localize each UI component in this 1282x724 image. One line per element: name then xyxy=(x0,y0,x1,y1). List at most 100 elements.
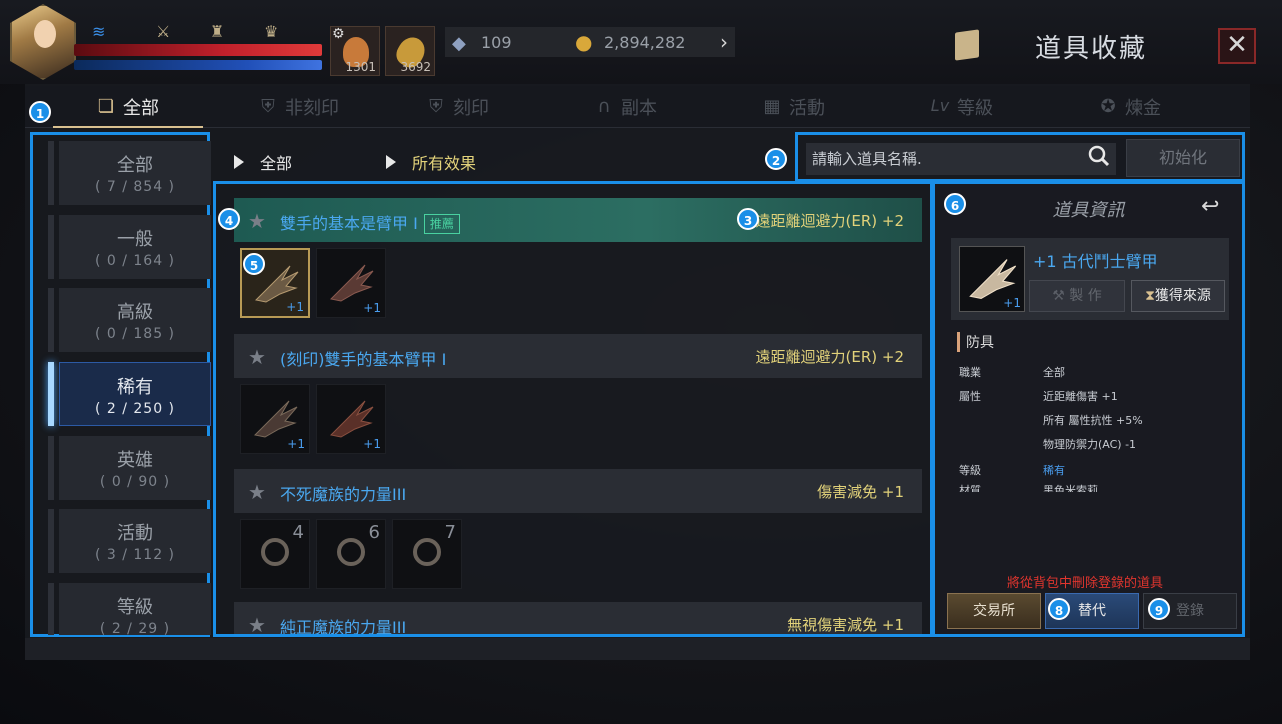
potion-slot-1[interactable]: ⚙ 1301 xyxy=(330,26,380,76)
close-button[interactable]: ✕ xyxy=(1218,28,1256,64)
search-panel: 初始化 xyxy=(795,132,1245,182)
tab-label: 等級 xyxy=(957,98,993,119)
search-input[interactable] xyxy=(806,143,1116,175)
attr-value: 黑色米索莉 xyxy=(1043,484,1098,492)
search-icon[interactable] xyxy=(1088,145,1110,167)
item-slot[interactable]: 7 xyxy=(392,519,462,589)
category-name: 活動 xyxy=(117,523,153,544)
pentagram-icon: ✪ xyxy=(1100,96,1116,117)
annotation-marker-5: 5 xyxy=(243,253,265,275)
item-slot[interactable]: +1 xyxy=(240,384,310,454)
attr-key: 屬性 xyxy=(959,390,981,403)
potion-count: 1301 xyxy=(345,60,376,74)
exchange-button[interactable]: 交易所 xyxy=(947,593,1041,629)
armor-icon[interactable]: ♜ xyxy=(210,22,224,41)
item-effect: 遠距離迴避力(ER) +2 xyxy=(755,348,905,366)
item-title: (刻印)雙手的基本臂甲 I xyxy=(280,350,447,369)
category-marker xyxy=(48,215,54,279)
tab-active-underline xyxy=(53,126,203,128)
gear-icon[interactable]: ⚙ xyxy=(332,26,345,42)
category-name: 一般 xyxy=(117,229,153,250)
category-marker xyxy=(48,288,54,352)
mp-bar xyxy=(74,60,322,70)
annotation-marker-6: 6 xyxy=(944,193,966,215)
item-effect: 遠距離迴避力(ER) +2 xyxy=(755,212,905,230)
reset-button[interactable]: 初始化 xyxy=(1126,139,1240,177)
sword-icon[interactable]: ⚔ xyxy=(156,22,170,41)
category-marker xyxy=(48,436,54,500)
tab-alchemy[interactable]: ✪ 煉金 xyxy=(1097,94,1161,120)
item-row[interactable]: ★ 不死魔族的力量III 傷害減免 +1 xyxy=(234,469,922,513)
attr-key: 等級 xyxy=(959,464,981,477)
tab-label: 副本 xyxy=(621,98,657,119)
category-count: ( 7 / 854 ) xyxy=(94,179,176,195)
category-marker-active xyxy=(48,362,54,426)
filter-effect[interactable]: 所有效果 xyxy=(386,150,476,174)
buff-icon[interactable]: ≋ xyxy=(92,22,105,41)
section-armor: 防具 xyxy=(957,332,994,352)
category-all[interactable]: 全部 ( 7 / 854 ) xyxy=(59,141,211,205)
category-name: 英雄 xyxy=(117,450,153,471)
craft-button[interactable]: ⚒ 製 作 xyxy=(1029,280,1125,312)
tab-event[interactable]: ▦ 活動 xyxy=(761,94,825,120)
item-row[interactable]: ★ 雙手的基本是臂甲 I 推薦 遠距離迴避力(ER) +2 xyxy=(234,198,922,242)
attr-value: 稀有 xyxy=(1043,464,1065,477)
gold-coin-icon: ● xyxy=(575,30,593,54)
shield-engraved-icon: ⛨ xyxy=(429,96,443,117)
category-normal[interactable]: 一般 ( 0 / 164 ) xyxy=(59,215,211,279)
tab-level[interactable]: Lv 等級 xyxy=(929,94,993,120)
source-button[interactable]: ⧗獲得來源 xyxy=(1131,280,1225,312)
star-icon[interactable]: ★ xyxy=(248,345,266,369)
category-advanced[interactable]: 高級 ( 0 / 185 ) xyxy=(59,288,211,352)
chevron-right-icon[interactable]: › xyxy=(720,30,728,54)
category-name: 稀有 xyxy=(117,377,153,398)
potion-slot-2[interactable]: 3692 xyxy=(385,26,435,76)
tab-engraved[interactable]: ⛨ 刻印 xyxy=(425,94,489,120)
item-row[interactable]: ★ (刻印)雙手的基本臂甲 I 遠距離迴避力(ER) +2 xyxy=(234,334,922,378)
annotation-marker-9: 9 xyxy=(1148,598,1170,620)
category-hero[interactable]: 英雄 ( 0 / 90 ) xyxy=(59,436,211,500)
item-list-panel: ★ 雙手的基本是臂甲 I 推薦 遠距離迴避力(ER) +2 +1 +1 ★ (刻印… xyxy=(213,181,933,637)
item-slot[interactable]: 4 xyxy=(240,519,310,589)
item-title: 雙手的基本是臂甲 I 推薦 xyxy=(280,210,460,234)
item-slot[interactable]: +1 xyxy=(316,384,386,454)
source-label: 獲得來源 xyxy=(1154,288,1211,304)
filter-category-label: 全部 xyxy=(260,154,293,173)
trophy-icon[interactable]: ♛ xyxy=(264,22,278,41)
star-icon[interactable]: ★ xyxy=(248,209,266,233)
category-name: 全部 xyxy=(117,155,153,176)
craft-label: 製 作 xyxy=(1069,288,1102,304)
claw-gauntlet-icon xyxy=(329,264,374,302)
category-level[interactable]: 等級 ( 2 / 29 ) xyxy=(59,583,211,637)
attr-key: 材質 xyxy=(959,484,981,492)
tab-all[interactable]: ❏ 全部 xyxy=(95,94,159,120)
category-marker xyxy=(48,141,54,205)
star-icon[interactable]: ★ xyxy=(248,613,266,634)
slot-count: 4 xyxy=(292,522,304,543)
category-count: ( 3 / 112 ) xyxy=(94,547,176,563)
collection-book-icon xyxy=(955,29,979,61)
crystal-icon: ◆ xyxy=(452,33,466,54)
tab-dungeon[interactable]: ∩ 副本 xyxy=(593,94,657,120)
slot-level: +1 xyxy=(287,437,305,451)
category-rare[interactable]: 稀有 ( 2 / 250 ) xyxy=(59,362,211,426)
item-title: 純正魔族的力量III xyxy=(280,618,407,637)
item-row[interactable]: ★ 純正魔族的力量III 無視傷害減免 +1 xyxy=(234,602,922,637)
info-item-name: +1 古代鬥士臂甲 xyxy=(1033,252,1158,271)
item-effect: 無視傷害減免 +1 xyxy=(787,616,904,634)
tab-label: 刻印 xyxy=(453,98,489,119)
attr-clip: 材質 黑色米索莉 xyxy=(935,482,1242,492)
potion-count: 3692 xyxy=(400,60,431,74)
star-icon[interactable]: ★ xyxy=(248,480,266,504)
item-slot[interactable]: 6 xyxy=(316,519,386,589)
annotation-marker-8: 8 xyxy=(1048,598,1070,620)
filter-category[interactable]: 全部 xyxy=(234,150,292,174)
crystal-count: 109 xyxy=(481,33,512,52)
back-icon[interactable]: ↩ xyxy=(1201,194,1219,219)
claw-gauntlet-icon xyxy=(329,400,374,438)
play-icon xyxy=(234,155,244,169)
category-event[interactable]: 活動 ( 3 / 112 ) xyxy=(59,509,211,573)
tab-non-engraved[interactable]: ⛨ 非刻印 xyxy=(257,94,339,120)
page-title: 道具收藏 xyxy=(1035,34,1148,64)
item-slot[interactable]: +1 xyxy=(316,248,386,318)
